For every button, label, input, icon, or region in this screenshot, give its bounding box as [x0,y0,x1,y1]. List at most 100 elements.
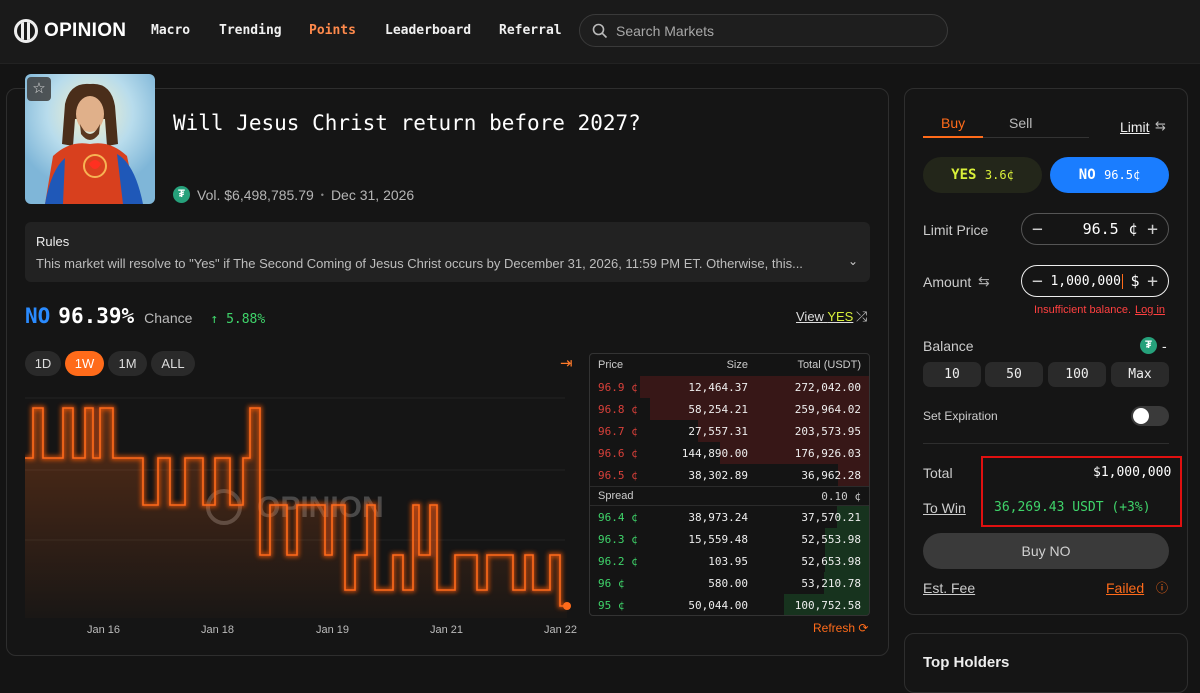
minus-icon[interactable]: − [1032,271,1043,292]
ask-total: 36,962.28 [801,468,861,482]
balance-label: Balance [923,338,974,354]
login-link[interactable]: Log in [1135,304,1165,316]
search-input[interactable] [616,22,916,39]
bid-size: 50,044.00 [688,598,748,612]
yes-price: 3.6¢ [984,168,1014,182]
favorite-star-icon[interactable]: ☆ [27,77,51,101]
bid-row[interactable]: 96.2 ¢ 103.95 52,653.98 [590,550,869,572]
bid-price: 95 ¢ [598,598,625,612]
ask-row[interactable]: 96.7 ¢ 27,557.31 203,573.95 [590,420,869,442]
bid-price: 96.3 ¢ [598,532,638,546]
no-button[interactable]: NO 96.5¢ [1050,157,1169,193]
nav-leaderboard[interactable]: Leaderboard [385,23,471,38]
shuffle-icon[interactable]: ⤮ [856,308,867,325]
ask-price: 96.5 ¢ [598,468,638,482]
view-outcome: YES [827,309,854,324]
buy-no-button[interactable]: Buy NO [923,533,1169,569]
order-type-select[interactable]: Limit [1120,119,1150,135]
bid-price: 96.2 ¢ [598,554,638,568]
limit-price-stepper[interactable]: − 96.5 ¢ + [1021,213,1169,245]
ask-row[interactable]: 96.6 ¢ 144,890.00 176,926.03 [590,442,869,464]
nav-referral[interactable]: Referral [499,23,562,38]
balance-preset-100[interactable]: 100 [1048,362,1106,387]
tether-icon: ₮ [173,186,190,203]
search-bar[interactable] [579,14,948,47]
chance-display: NO 96.39% Chance ↑ 5.88% [25,304,265,328]
refresh-button[interactable]: Refresh ⟳ [813,621,868,635]
brand-logo[interactable]: OPINION [14,19,126,43]
expiration-toggle[interactable] [1131,406,1169,426]
plus-icon[interactable]: + [1147,271,1158,292]
opinion-logo-icon [14,19,38,43]
nav-macro[interactable]: Macro [151,23,190,38]
ask-size: 58,254.21 [688,402,748,416]
range-1d[interactable]: 1D [25,351,61,376]
view-prefix: View [796,309,824,324]
chart-last-point [563,602,571,610]
plus-icon[interactable]: + [1147,219,1158,240]
highlight-box [981,456,1182,527]
x-tick-jan21: Jan 21 [430,624,464,636]
to-win-label: To Win [923,500,966,516]
balance-preset-10[interactable]: 10 [923,362,981,387]
order-book: Price Size Total (USDT) 96.9 ¢ 12,464.37 2… [589,353,870,616]
refresh-icon: ⟳ [858,621,869,635]
ask-size: 27,557.31 [688,424,748,438]
fee-status[interactable]: Failed [1106,580,1144,596]
ask-price: 96.6 ¢ [598,446,638,460]
amount-stepper[interactable]: − 1,000,000 $ + [1021,265,1169,297]
chevron-down-icon[interactable]: ⌄ [848,254,858,268]
ask-total: 203,573.95 [794,424,861,438]
nav-points[interactable]: Points [309,23,356,38]
view-yes-toggle[interactable]: View YES [796,309,853,324]
amount-error: Insufficient balance. Log in [1034,304,1165,316]
bid-total: 100,752.58 [794,598,861,612]
info-icon[interactable]: ⓘ [1156,579,1168,596]
limit-price-unit: ¢ [1128,220,1138,238]
market-volume: Vol. $6,498,785.79 [197,186,314,203]
bid-row[interactable]: 96 ¢ 580.00 53,210.78 [590,572,869,594]
chance-label: Chance [144,310,193,326]
refresh-label: Refresh [813,621,856,635]
collapse-arrow-icon[interactable]: ⇥ [560,354,573,372]
bid-row[interactable]: 95 ¢ 50,044.00 100,752.58 [590,594,869,615]
market-end-date: Dec 31, 2026 [330,186,415,203]
minus-icon[interactable]: − [1032,219,1043,240]
meta-separator: • [320,189,324,200]
range-all[interactable]: ALL [151,351,195,376]
nav-trending[interactable]: Trending [219,23,282,38]
bid-price: 96.4 ¢ [598,510,638,524]
amount-label: Amount [923,274,972,290]
balance-preset-50[interactable]: 50 [985,362,1043,387]
balance-preset-max[interactable]: Max [1111,362,1169,387]
rules-title: Rules [36,234,70,249]
tab-buy[interactable]: Buy [941,115,965,131]
market-title: Will Jesus Christ return before 2027? [173,111,641,135]
ask-size: 38,302.89 [688,468,748,482]
balance-value: - [1162,338,1167,354]
expiration-label: Set Expiration [923,409,998,423]
range-1m[interactable]: 1M [108,351,147,376]
error-text: Insufficient balance. [1034,304,1132,316]
bid-row[interactable]: 96.3 ¢ 15,559.48 52,553.98 [590,528,869,550]
bid-total: 52,653.98 [801,554,861,568]
amount-input[interactable]: 1,000,000 [1050,273,1123,289]
tab-sell[interactable]: Sell [1009,115,1032,131]
yes-label: YES [951,167,977,183]
range-1w[interactable]: 1W [65,351,104,376]
ask-row[interactable]: 96.8 ¢ 58,254.21 259,964.02 [590,398,869,420]
chance-outcome: NO [25,304,51,328]
limit-price-value[interactable]: 96.5 [1083,220,1119,238]
bid-row[interactable]: 96.4 ¢ 38,973.24 37,570.21 [590,506,869,528]
limit-price-label: Limit Price [923,222,989,238]
ask-size: 12,464.37 [688,380,748,394]
ask-total: 259,964.02 [794,402,861,416]
bid-total: 53,210.78 [801,576,861,590]
yes-button[interactable]: YES 3.6¢ [923,157,1042,193]
rules-panel[interactable]: Rules This market will resolve to "Yes" … [25,222,870,282]
ask-total: 272,042.00 [794,380,861,394]
swap-currency-icon[interactable]: ⇆ [978,273,990,290]
swap-icon[interactable]: ⇆ [1155,118,1166,134]
ask-row[interactable]: 96.9 ¢ 12,464.37 272,042.00 [590,376,869,398]
ask-row[interactable]: 96.5 ¢ 38,302.89 36,962.28 [590,464,869,486]
